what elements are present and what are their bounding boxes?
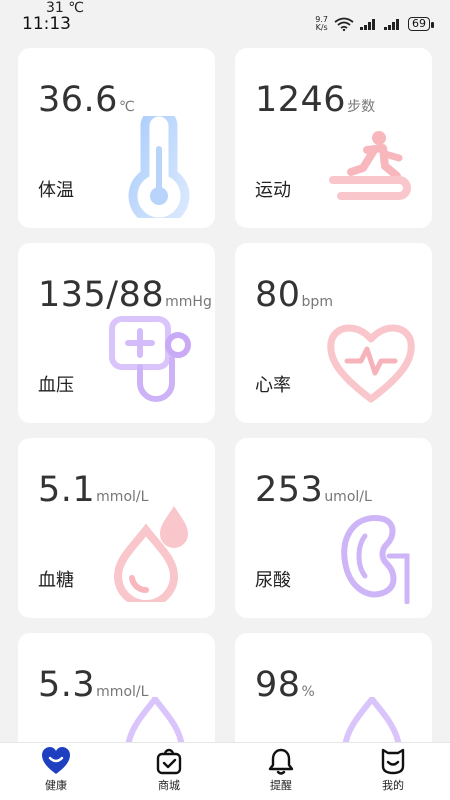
treadmill-icon xyxy=(329,131,411,200)
metric-label: 心率 xyxy=(255,375,291,396)
blood-drop-icon xyxy=(113,506,188,602)
status-icons: 9.7 K/s 69 xyxy=(315,16,434,32)
network-speed: 9.7 K/s xyxy=(315,16,328,32)
metric-value: 135/88 xyxy=(38,275,165,315)
profile-icon xyxy=(381,748,405,775)
bell-icon xyxy=(268,748,294,775)
metric-value: 5.1 xyxy=(38,470,96,510)
tab-label: 健康 xyxy=(45,779,67,792)
drop-icon xyxy=(125,697,185,747)
card-uric-acid[interactable]: 253umol/L 尿酸 xyxy=(235,438,432,618)
metric-unit: mmHg xyxy=(165,294,212,310)
metric-unit: bpm xyxy=(301,294,333,310)
metric-value: 253 xyxy=(255,470,324,510)
tab-mall[interactable]: 商城 xyxy=(139,747,199,793)
tab-reminder[interactable]: 提醒 xyxy=(251,747,311,793)
metric-label: 体温 xyxy=(38,180,74,201)
tab-mine[interactable]: 我的 xyxy=(363,747,423,793)
metric-unit: ℃ xyxy=(118,99,135,115)
blood-pressure-icon xyxy=(109,316,191,402)
tab-health[interactable]: 健康 xyxy=(26,747,86,793)
card-blood-sugar[interactable]: 5.1mmol/L 血糖 xyxy=(18,438,215,618)
signal-icon xyxy=(384,19,399,30)
metric-value: 98 xyxy=(255,665,301,705)
card-blood-pressure[interactable]: 135/88mmHg 血压 xyxy=(18,243,215,423)
metric-unit: 步数 xyxy=(347,99,376,115)
tab-label: 我的 xyxy=(382,779,404,792)
metric-label: 血糖 xyxy=(38,570,74,591)
wifi-icon xyxy=(334,17,354,31)
shopping-bag-icon xyxy=(156,748,182,775)
card-steps[interactable]: 1246步数 运动 xyxy=(235,48,432,228)
metric-label: 运动 xyxy=(255,180,291,201)
metric-unit: % xyxy=(301,684,315,700)
thermometer-icon xyxy=(128,116,190,218)
drop-icon xyxy=(342,697,402,747)
metric-value: 36.6 xyxy=(38,80,118,120)
tab-label: 提醒 xyxy=(270,779,292,792)
tab-label: 商城 xyxy=(158,779,180,792)
card-temperature[interactable]: 36.6℃ 体温 xyxy=(18,48,215,228)
clock-time: 11:13 xyxy=(22,14,71,34)
card-heart-rate[interactable]: 80bpm 心率 xyxy=(235,243,432,423)
metric-label: 尿酸 xyxy=(255,570,291,591)
signal-icon xyxy=(360,19,375,30)
metric-value: 1246 xyxy=(255,80,347,120)
heart-icon xyxy=(42,747,70,774)
metric-value: 5.3 xyxy=(38,665,96,705)
metric-value: 80 xyxy=(255,275,301,315)
network-speed-unit: K/s xyxy=(315,23,328,32)
heart-rate-icon xyxy=(327,324,415,403)
battery-indicator: 69 xyxy=(408,17,434,31)
status-bar: 31 ℃ 11:13 9.7 K/s 69 xyxy=(0,0,450,34)
metric-label: 血压 xyxy=(38,375,74,396)
bottom-navigation: 健康 商城 提醒 我的 xyxy=(0,742,450,800)
kidney-icon xyxy=(341,515,410,604)
metric-unit: umol/L xyxy=(324,489,372,505)
